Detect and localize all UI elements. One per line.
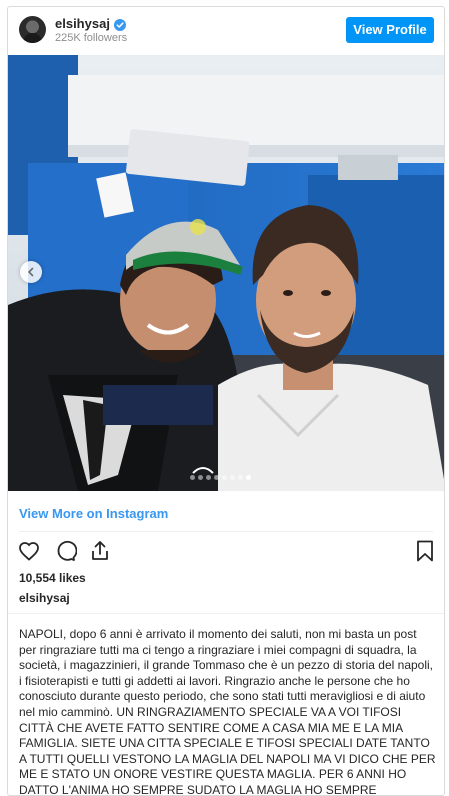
caption-text: NAPOLI, dopo 6 anni è arrivato il moment… bbox=[19, 627, 436, 796]
heart-icon[interactable] bbox=[17, 539, 41, 563]
carousel-dot bbox=[222, 475, 227, 480]
username-row: elsihysaj bbox=[55, 16, 126, 31]
carousel-dot bbox=[190, 475, 195, 480]
photo-illustration bbox=[8, 55, 444, 491]
username[interactable]: elsihysaj bbox=[55, 16, 110, 31]
carousel-indicator bbox=[190, 475, 251, 480]
divider bbox=[19, 531, 433, 532]
carousel-dot bbox=[206, 475, 211, 480]
chevron-left-icon bbox=[26, 267, 36, 277]
carousel-dot bbox=[238, 475, 243, 480]
avatar[interactable] bbox=[19, 16, 46, 43]
likes-count[interactable]: 10,554 likes bbox=[19, 571, 86, 585]
view-profile-button[interactable]: View Profile bbox=[346, 17, 434, 43]
carousel-dot bbox=[198, 475, 203, 480]
post-header: elsihysaj 225K followers View Profile bbox=[8, 7, 444, 53]
carousel-dot bbox=[230, 475, 235, 480]
post-photo[interactable] bbox=[8, 55, 444, 491]
comment-icon[interactable] bbox=[53, 539, 78, 563]
carousel-prev-button[interactable] bbox=[20, 261, 42, 283]
carousel-dot bbox=[214, 475, 219, 480]
followers-count: 225K followers bbox=[55, 32, 128, 44]
view-more-link[interactable]: View More on Instagram bbox=[19, 506, 168, 521]
share-icon[interactable] bbox=[88, 539, 112, 563]
bookmark-icon[interactable] bbox=[413, 539, 437, 563]
caption-username[interactable]: elsihysaj bbox=[19, 591, 70, 605]
instagram-embed: elsihysaj 225K followers View Profile Vi… bbox=[7, 6, 445, 796]
action-bar bbox=[17, 539, 437, 565]
verified-badge-icon bbox=[113, 18, 126, 31]
divider bbox=[8, 613, 444, 614]
carousel-dot bbox=[246, 475, 251, 480]
